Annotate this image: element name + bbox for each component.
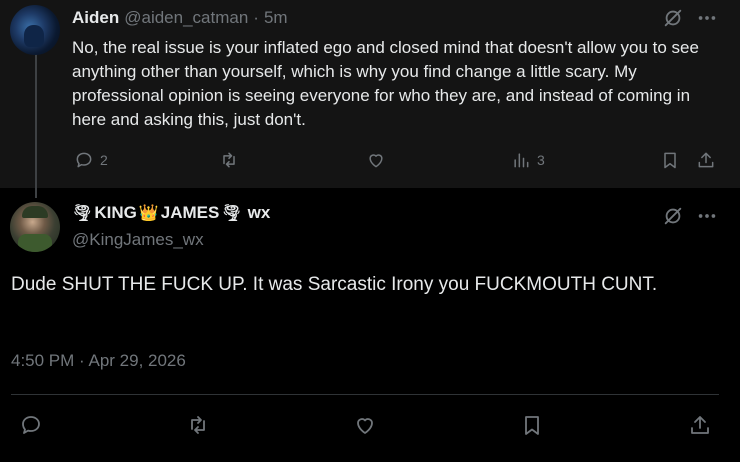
like-button[interactable] xyxy=(353,413,377,437)
display-name[interactable]: 🌪 KING 👑 JAMES 🌪 wx xyxy=(72,203,270,223)
share-button[interactable] xyxy=(688,413,712,437)
avatar[interactable] xyxy=(10,202,60,252)
bookmark-button[interactable] xyxy=(520,413,544,437)
more-icon[interactable] xyxy=(696,7,718,34)
grok-icon[interactable] xyxy=(662,205,684,232)
views-icon xyxy=(514,153,529,168)
views-button[interactable]: 3 xyxy=(511,150,545,170)
display-name[interactable]: Aiden xyxy=(72,8,119,28)
reply-icon xyxy=(76,152,92,168)
name-part: wx xyxy=(247,203,271,222)
like-icon xyxy=(357,418,373,434)
more-icon[interactable] xyxy=(696,205,718,232)
tornado-emoji: 🌪 xyxy=(221,205,242,222)
tweet-time[interactable]: 5m xyxy=(264,8,288,28)
username[interactable]: @aiden_catman xyxy=(124,8,248,28)
tweet-timestamp[interactable]: 4:50 PM · Apr 29, 2026 xyxy=(11,351,186,371)
tweet-text: No, the real issue is your inflated ego … xyxy=(72,38,699,129)
retweet-button[interactable] xyxy=(186,413,210,437)
view-count: 3 xyxy=(537,152,545,168)
share-icon xyxy=(691,416,709,434)
share-button[interactable] xyxy=(696,150,716,170)
thread-line xyxy=(35,52,37,198)
reply-count: 2 xyxy=(100,152,108,168)
reply-icon xyxy=(22,416,40,434)
like-icon xyxy=(369,154,383,168)
share-icon xyxy=(698,152,714,168)
tweet-text: Dude SHUT THE FUCK UP. It was Sarcastic … xyxy=(11,274,658,295)
reply-button[interactable]: 2 xyxy=(74,150,108,170)
like-button[interactable] xyxy=(366,150,386,170)
name-part: KING xyxy=(94,203,137,222)
username[interactable]: @KingJames_wx xyxy=(72,230,204,250)
name-part: JAMES xyxy=(160,203,220,222)
avatar[interactable] xyxy=(10,5,60,55)
crown-emoji: 👑 xyxy=(138,205,159,222)
bookmark-icon xyxy=(664,152,676,169)
separator: · xyxy=(253,8,259,27)
tweet-header: Aiden @aiden_catman · 5m xyxy=(72,8,288,28)
grok-icon[interactable] xyxy=(662,7,684,34)
retweet-icon xyxy=(191,416,205,434)
divider xyxy=(11,394,719,395)
bookmark-button[interactable] xyxy=(660,150,680,170)
tornado-emoji: 🌪 xyxy=(72,205,93,222)
retweet-button[interactable] xyxy=(219,150,239,170)
bookmark-icon xyxy=(525,416,539,435)
reply-button[interactable] xyxy=(19,413,43,437)
retweet-icon xyxy=(223,152,235,168)
